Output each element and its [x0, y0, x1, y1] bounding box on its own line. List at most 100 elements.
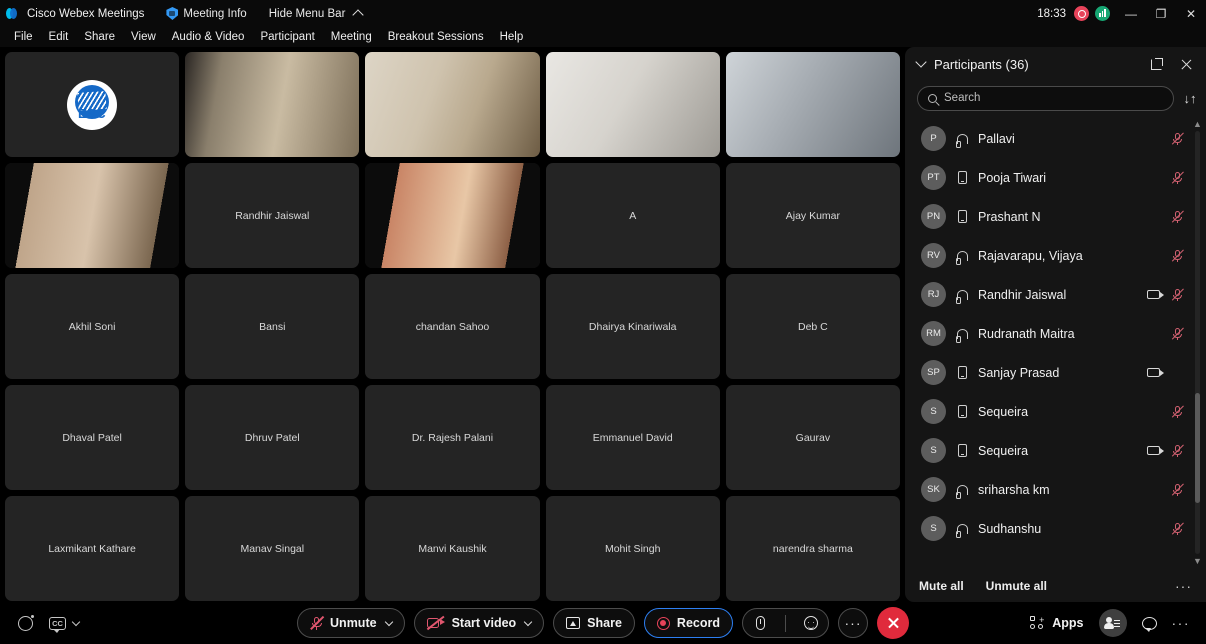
participant-video-feed	[725, 52, 900, 157]
participants-more-options-button[interactable]: ···	[1175, 578, 1192, 594]
menu-item-breakout-sessions[interactable]: Breakout Sessions	[380, 30, 492, 44]
menu-item-file[interactable]: File	[6, 30, 41, 44]
mute-all-button[interactable]: Mute all	[919, 579, 964, 593]
apps-button[interactable]: + Apps	[1030, 616, 1084, 630]
video-tile[interactable]: Randhir Jaiswal	[185, 163, 360, 268]
share-button[interactable]: Share	[553, 608, 635, 638]
scrollbar-thumb[interactable]	[1195, 393, 1200, 504]
unmute-all-button[interactable]: Unmute all	[986, 579, 1047, 593]
mic-muted-icon[interactable]	[1171, 288, 1185, 302]
search-input[interactable]	[944, 92, 1163, 104]
minimize-button[interactable]: —	[1116, 0, 1146, 27]
close-window-button[interactable]: ✕	[1176, 0, 1206, 27]
video-tile-name: Dhruv Patel	[244, 431, 300, 444]
mic-muted-icon[interactable]	[1171, 405, 1185, 419]
participant-row[interactable]: S Sequeira	[905, 392, 1206, 431]
attachment-button[interactable]	[743, 609, 778, 637]
video-tile[interactable]: Akhil Soni	[5, 274, 180, 379]
menu-item-audio-video[interactable]: Audio & Video	[164, 30, 253, 44]
participant-row[interactable]: PN Prashant N	[905, 197, 1206, 236]
camera-icon[interactable]	[1147, 290, 1164, 299]
video-tile[interactable]: Dhairya Kinariwala	[545, 274, 720, 379]
chevron-down-icon[interactable]	[384, 617, 393, 626]
video-tile[interactable]: Dhruv Patel	[185, 385, 360, 490]
scrollbar-track[interactable]	[1195, 131, 1200, 554]
mic-muted-icon[interactable]	[1171, 171, 1185, 185]
video-tile[interactable]: Dhaval Patel	[5, 385, 180, 490]
toolbar-more-button[interactable]: ···	[1172, 615, 1191, 631]
participant-row[interactable]: SP Sanjay Prasad	[905, 353, 1206, 392]
video-tile[interactable]	[365, 163, 540, 268]
participants-icon	[1104, 616, 1120, 630]
video-tile[interactable]: Bansi	[185, 274, 360, 379]
close-panel-button[interactable]	[1176, 54, 1196, 74]
sort-participants-button[interactable]: ↓↑	[1182, 91, 1198, 106]
video-tile[interactable]: Emmanuel David	[545, 385, 720, 490]
mic-muted-icon[interactable]	[1171, 210, 1185, 224]
popout-panel-button[interactable]	[1147, 54, 1167, 74]
leave-meeting-button[interactable]	[877, 607, 909, 639]
participants-scrollbar[interactable]: ▲ ▼	[1192, 119, 1203, 566]
mic-muted-icon[interactable]	[1171, 327, 1185, 341]
participant-row[interactable]: RV Rajavarapu, Vijaya	[905, 236, 1206, 275]
camera-icon[interactable]	[1147, 368, 1164, 377]
chevron-down-icon[interactable]	[915, 56, 927, 68]
video-tile[interactable]	[365, 52, 540, 157]
video-tile[interactable]: ESC	[5, 52, 180, 157]
video-tile[interactable]: Dr. Rajesh Palani	[365, 385, 540, 490]
webex-assistant-icon[interactable]	[18, 614, 34, 631]
video-tile[interactable]	[725, 52, 900, 157]
start-video-button[interactable]: Start video	[413, 608, 545, 638]
reactions-button[interactable]	[793, 609, 828, 637]
video-tile[interactable]	[185, 52, 360, 157]
video-tile[interactable]	[5, 163, 180, 268]
scroll-down-arrow-icon[interactable]: ▼	[1193, 556, 1202, 566]
video-tile[interactable]: Laxmikant Kathare	[5, 496, 180, 601]
menu-item-participant[interactable]: Participant	[252, 30, 322, 44]
video-tile[interactable]: A	[545, 163, 720, 268]
closed-captions-button[interactable]: CC	[49, 616, 81, 633]
video-tile[interactable]: Mohit Singh	[545, 496, 720, 601]
participants-toggle-button[interactable]	[1098, 609, 1127, 637]
participant-row[interactable]: P Pallavi	[905, 119, 1206, 158]
maximize-button[interactable]: ❐	[1146, 0, 1176, 27]
video-tile[interactable]: Manvi Kaushik	[365, 496, 540, 601]
more-options-button[interactable]: ···	[838, 608, 868, 638]
chevron-down-icon[interactable]	[523, 617, 533, 626]
search-box[interactable]	[917, 85, 1174, 111]
participant-row[interactable]: RM Rudranath Maitra	[905, 314, 1206, 353]
video-tile[interactable]: chandan Sahoo	[365, 274, 540, 379]
unmute-button[interactable]: Unmute	[297, 608, 405, 638]
mic-muted-icon[interactable]	[1171, 483, 1185, 497]
menu-item-help[interactable]: Help	[492, 30, 532, 44]
avatar: S	[921, 516, 946, 541]
menu-item-edit[interactable]: Edit	[41, 30, 77, 44]
video-tile[interactable]	[545, 52, 720, 157]
hide-menu-bar-button[interactable]: Hide Menu Bar	[269, 8, 365, 21]
scroll-up-arrow-icon[interactable]: ▲	[1193, 119, 1202, 129]
mic-muted-icon[interactable]	[1171, 444, 1185, 458]
chevron-up-icon	[352, 9, 365, 21]
participant-row[interactable]: S Sequeira	[905, 431, 1206, 470]
meeting-info-button[interactable]: Meeting Info	[166, 7, 247, 20]
menu-item-share[interactable]: Share	[76, 30, 123, 44]
participant-row[interactable]: RJ Randhir Jaiswal	[905, 275, 1206, 314]
video-tile[interactable]: Ajay Kumar	[725, 163, 900, 268]
menu-item-meeting[interactable]: Meeting	[323, 30, 380, 44]
camera-icon[interactable]	[1147, 446, 1164, 455]
chat-button[interactable]	[1141, 616, 1157, 632]
mic-muted-icon[interactable]	[1171, 132, 1185, 146]
mic-muted-icon[interactable]	[1171, 249, 1185, 263]
recording-indicator-icon[interactable]	[1074, 6, 1089, 21]
network-signal-icon[interactable]	[1095, 6, 1110, 21]
participant-row[interactable]: PT Pooja Tiwari	[905, 158, 1206, 197]
menu-item-view[interactable]: View	[123, 30, 164, 44]
video-tile[interactable]: narendra sharma	[725, 496, 900, 601]
participant-row[interactable]: SK sriharsha km	[905, 470, 1206, 509]
participant-row[interactable]: S Sudhanshu	[905, 509, 1206, 548]
video-tile[interactable]: Deb C	[725, 274, 900, 379]
mic-muted-icon[interactable]	[1171, 522, 1185, 536]
video-tile[interactable]: Gaurav	[725, 385, 900, 490]
video-tile[interactable]: Manav Singal	[185, 496, 360, 601]
record-button[interactable]: Record	[643, 608, 733, 638]
